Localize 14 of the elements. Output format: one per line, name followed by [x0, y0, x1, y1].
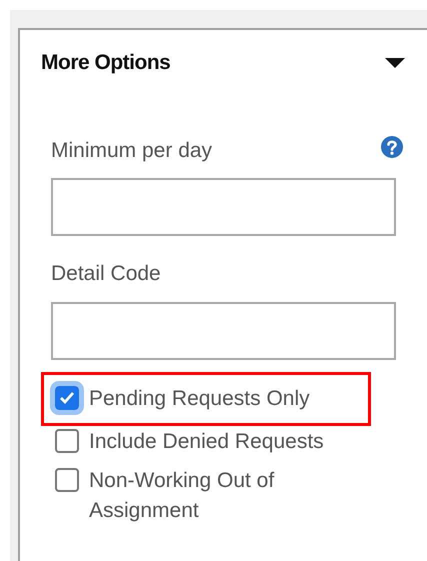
text-field[interactable]: [51, 178, 396, 236]
check-icon: [59, 390, 75, 404]
checkbox-label: Include Denied Requests: [89, 428, 325, 454]
checkbox-label: Pending Requests Only: [89, 386, 311, 412]
checkbox[interactable]: [55, 428, 79, 452]
help-icon[interactable]: [381, 136, 403, 158]
field-label: Minimum per day: [51, 138, 212, 164]
text-field[interactable]: [51, 302, 396, 360]
checkbox[interactable]: [55, 386, 79, 410]
panel-title: More Options: [41, 50, 170, 76]
field-label: Detail Code: [51, 261, 161, 287]
checkbox[interactable]: [55, 468, 79, 492]
caret-icon[interactable]: [385, 58, 405, 68]
checkbox-label: Non-Working Out of Assignment: [89, 468, 276, 524]
